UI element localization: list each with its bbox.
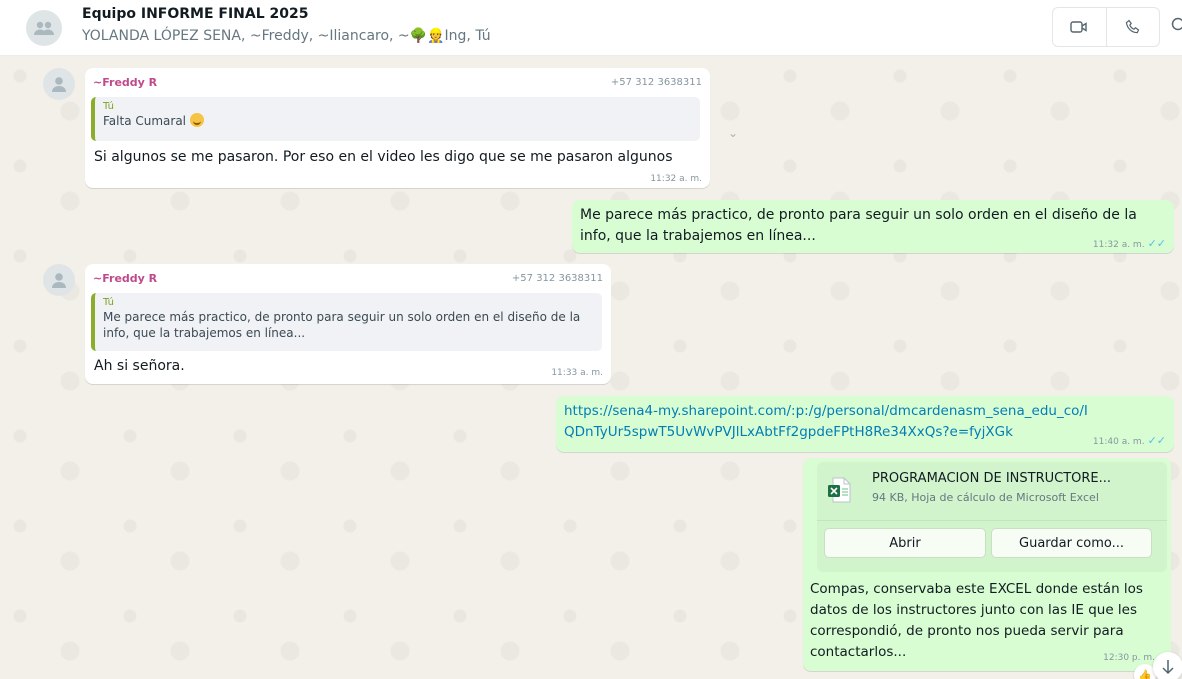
group-members[interactable]: YOLANDA LÓPEZ SENA, ~Freddy, ~Iliancaro,… xyxy=(82,28,491,44)
document-name: PROGRAMACION DE INSTRUCTORE... xyxy=(872,471,1112,486)
grimacing-emoji-icon xyxy=(189,113,204,127)
quoted-text: Falta Cumaral xyxy=(103,113,694,129)
save-document-button[interactable]: Guardar como... xyxy=(991,528,1152,558)
open-document-button[interactable]: Abrir xyxy=(824,528,986,558)
quoted-message[interactable]: Tú Me parece más practico, de pronto par… xyxy=(91,293,602,351)
message-text: Si algunos se me pasaron. Por eso en el … xyxy=(94,149,673,165)
quoted-text: Me parece más practico, de pronto para s… xyxy=(103,310,581,340)
scroll-to-bottom-button[interactable] xyxy=(1153,652,1182,679)
message-sender[interactable]: ~Freddy R xyxy=(93,272,157,285)
call-buttons-group xyxy=(1052,7,1160,47)
arrow-down-icon xyxy=(1162,660,1174,675)
voice-call-button[interactable] xyxy=(1105,8,1160,46)
message-bubble-incoming[interactable]: ~Freddy R +57 312 3638311 Tú Falta Cumar… xyxy=(85,68,710,188)
chat-messages-area[interactable]: ~Freddy R +57 312 3638311 Tú Falta Cumar… xyxy=(0,56,1182,679)
chat-header: Equipo INFORME FINAL 2025 YOLANDA LÓPEZ … xyxy=(0,0,1182,56)
person-icon xyxy=(52,77,66,92)
group-avatar[interactable] xyxy=(26,10,62,46)
message-text: Compas, conservaba este EXCEL donde está… xyxy=(810,581,1143,660)
group-icon xyxy=(34,21,54,35)
group-title[interactable]: Equipo INFORME FINAL 2025 xyxy=(82,6,309,22)
message-sender-phone: +57 312 3638311 xyxy=(511,273,603,284)
message-text: Ah si señora. xyxy=(94,358,185,374)
phone-call-icon xyxy=(1125,19,1140,34)
divider xyxy=(817,520,1167,521)
message-time: 11:32 a. m. ✓✓ xyxy=(1092,237,1166,250)
message-time: 11:40 a. m. ✓✓ xyxy=(1092,434,1166,447)
quoted-message[interactable]: Tú Falta Cumaral xyxy=(91,97,700,141)
search-button[interactable] xyxy=(1170,16,1182,40)
message-time: 11:32 a. m. xyxy=(650,174,702,184)
message-sender[interactable]: ~Freddy R xyxy=(93,76,157,89)
message-bubble-incoming[interactable]: ~Freddy R +57 312 3638311 Tú Me parece m… xyxy=(85,264,611,384)
person-icon xyxy=(52,273,66,288)
document-attachment[interactable]: PROGRAMACION DE INSTRUCTORE... 94 KB, Ho… xyxy=(817,462,1167,572)
message-bubble-outgoing[interactable]: https://sena4-my.sharepoint.com/:p:/g/pe… xyxy=(556,396,1174,452)
thumbs-up-icon: 👍 xyxy=(1138,668,1152,679)
search-icon xyxy=(1171,17,1182,31)
message-sender-phone: +57 312 3638311 xyxy=(610,77,702,88)
shared-link[interactable]: https://sena4-my.sharepoint.com/:p:/g/pe… xyxy=(564,401,1094,443)
quoted-author: Tú xyxy=(103,297,114,308)
document-meta: 94 KB, Hoja de cálculo de Microsoft Exce… xyxy=(872,491,1099,504)
read-receipt-icon: ✓✓ xyxy=(1147,434,1166,447)
sender-avatar[interactable] xyxy=(43,68,75,100)
sender-avatar[interactable] xyxy=(43,264,75,296)
video-call-icon xyxy=(1070,21,1087,33)
read-receipt-icon: ✓✓ xyxy=(1147,237,1166,250)
message-bubble-outgoing[interactable]: Me parece más practico, de pronto para s… xyxy=(572,200,1174,253)
quoted-author: Tú xyxy=(103,101,114,112)
chevron-down-icon[interactable]: ⌄ xyxy=(728,126,738,140)
message-time: 12:30 p. m. xyxy=(1103,653,1155,663)
message-time: 11:33 a. m. xyxy=(551,368,603,378)
excel-file-icon xyxy=(828,477,851,503)
message-text: Me parece más practico, de pronto para s… xyxy=(580,207,1137,244)
video-call-button[interactable] xyxy=(1053,8,1106,46)
